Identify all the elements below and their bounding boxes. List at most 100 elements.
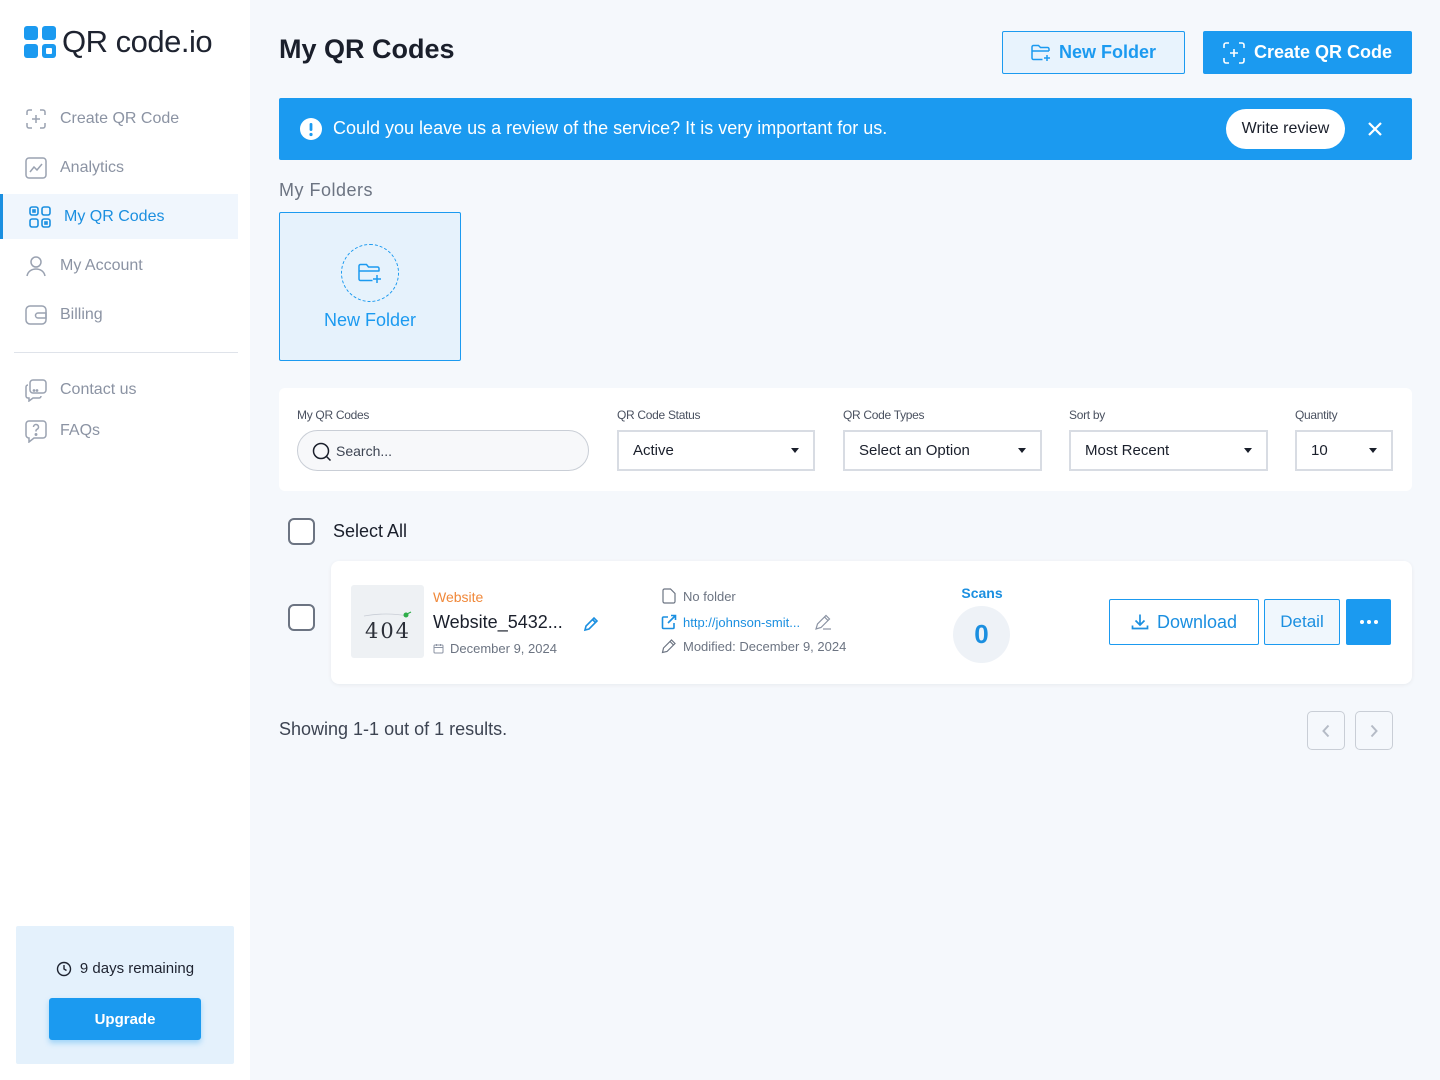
- pencil-icon[interactable]: [583, 616, 599, 632]
- external-link-icon: [661, 614, 677, 630]
- filter-bar: My QR Codes QR Code Status Active QR Cod…: [279, 388, 1412, 491]
- chevron-left-icon: [1322, 724, 1330, 737]
- types-select[interactable]: Select an Option: [843, 430, 1042, 471]
- status-select[interactable]: Active: [617, 430, 815, 471]
- scans-label: Scans: [961, 585, 1003, 601]
- sidebar-item-label: Create QR Code: [60, 109, 180, 127]
- sort-label: Sort by: [1069, 408, 1105, 422]
- wallet-icon: [25, 304, 47, 325]
- search-input[interactable]: [336, 442, 576, 459]
- quantity-label: Quantity: [1295, 408, 1338, 422]
- sidebar-item-my-qr-codes[interactable]: My QR Codes: [0, 194, 238, 239]
- dot: [1359, 620, 1364, 624]
- select-all-checkbox[interactable]: [288, 518, 315, 545]
- write-review-button[interactable]: Write review: [1226, 109, 1345, 149]
- chevron-down-icon: [1369, 448, 1377, 453]
- qr-thumbnail-image: 404: [363, 610, 411, 643]
- select-all[interactable]: Select All: [288, 518, 407, 545]
- qr-folder: No folder: [661, 588, 736, 604]
- search-icon: [312, 442, 332, 461]
- search-label: My QR Codes: [297, 408, 370, 422]
- logo-icon: [24, 26, 56, 58]
- more-options-button[interactable]: [1346, 599, 1391, 645]
- page-title: My QR Codes: [279, 34, 455, 64]
- create-qr-code-button[interactable]: Create QR Code: [1203, 31, 1412, 74]
- thumbnail-text: 404: [364, 619, 410, 643]
- alert-icon: [300, 118, 322, 140]
- sidebar-item-my-account[interactable]: My Account: [0, 243, 250, 288]
- banner-message: Could you leave us a review of the servi…: [333, 118, 888, 138]
- sidebar-item-create-qr-code[interactable]: Create QR Code: [0, 96, 250, 141]
- dot: [1366, 620, 1371, 624]
- qr-modified: Modified: December 9, 2024: [661, 638, 846, 654]
- sidebar-divider: [14, 352, 238, 353]
- close-icon[interactable]: [1366, 120, 1384, 138]
- sidebar-secondary-nav: Contact us FAQs: [0, 370, 250, 452]
- sidebar-item-faqs[interactable]: FAQs: [0, 411, 250, 450]
- download-label: Download: [1156, 611, 1238, 632]
- logo-text: QR code.io: [62, 24, 213, 59]
- sort-value: Most Recent: [1085, 442, 1170, 459]
- new-folder-card-label: New Folder: [323, 310, 417, 330]
- prev-page-button[interactable]: [1307, 711, 1345, 750]
- quantity-select[interactable]: 10: [1295, 430, 1393, 471]
- sidebar-item-label: Billing: [60, 305, 103, 323]
- select-all-label: Select All: [333, 521, 408, 541]
- sidebar-item-analytics[interactable]: Analytics: [0, 145, 250, 190]
- download-icon: [1131, 614, 1149, 630]
- sort-select[interactable]: Most Recent: [1069, 430, 1268, 471]
- chevron-right-icon: [1370, 724, 1378, 737]
- qr-url-text[interactable]: http://johnson-smit...: [683, 615, 800, 630]
- qr-date-text: December 9, 2024: [450, 641, 557, 656]
- sidebar-item-label: FAQs: [60, 421, 101, 439]
- detail-button[interactable]: Detail: [1264, 599, 1340, 645]
- chat-icon: [25, 378, 47, 402]
- trial-remaining: 9 days remaining: [16, 960, 234, 977]
- qr-modified-text: Modified: December 9, 2024: [683, 638, 847, 654]
- types-value: Select an Option: [859, 442, 970, 459]
- chevron-down-icon: [1244, 448, 1252, 453]
- status-value: Active: [633, 442, 674, 459]
- results-summary: Showing 1-1 out of 1 results.: [279, 719, 508, 739]
- folders-heading: My Folders: [279, 180, 374, 200]
- new-folder-label: New Folder: [1058, 42, 1156, 62]
- calendar-icon: [433, 644, 444, 654]
- sidebar: QR code.io Create QR Code Analytics My Q…: [0, 0, 250, 1080]
- qr-thumbnail[interactable]: 404: [351, 585, 424, 658]
- sidebar-item-billing[interactable]: Billing: [0, 292, 250, 337]
- new-folder-card[interactable]: New Folder: [279, 212, 461, 361]
- sidebar-item-label: Analytics: [60, 158, 125, 176]
- chart-line-icon: [25, 156, 47, 179]
- next-page-button[interactable]: [1355, 711, 1393, 750]
- logo[interactable]: QR code.io: [24, 24, 213, 60]
- quantity-value: 10: [1311, 442, 1328, 459]
- download-button[interactable]: Download: [1109, 599, 1259, 645]
- search-field[interactable]: [297, 430, 589, 471]
- trial-box: 9 days remaining Upgrade: [16, 926, 234, 1064]
- qr-grid-icon: [29, 205, 51, 228]
- upgrade-button[interactable]: Upgrade: [49, 998, 201, 1040]
- clock-icon: [56, 961, 72, 976]
- dot: [1373, 620, 1378, 624]
- qr-url[interactable]: http://johnson-smit...: [661, 613, 832, 631]
- sidebar-item-contact-us[interactable]: Contact us: [0, 370, 250, 409]
- chevron-down-icon: [791, 448, 799, 453]
- folder-plus-icon: [1031, 44, 1050, 61]
- trial-text: 9 days remaining: [79, 960, 195, 977]
- row-checkbox[interactable]: [288, 604, 315, 631]
- question-icon: [25, 419, 47, 443]
- new-folder-button[interactable]: New Folder: [1002, 31, 1185, 74]
- qr-scan-icon: [1223, 41, 1245, 64]
- qr-folder-text: No folder: [683, 588, 736, 604]
- sidebar-item-label: My Account: [60, 256, 143, 274]
- sidebar-nav: Create QR Code Analytics My QR Codes My …: [0, 96, 250, 341]
- file-icon: [662, 588, 676, 604]
- qr-type-label: Website: [433, 589, 484, 605]
- qr-name: Website_5432...: [433, 612, 563, 632]
- folder-plus-icon: [358, 263, 381, 283]
- sidebar-item-label: Contact us: [60, 380, 137, 398]
- chevron-down-icon: [1018, 448, 1026, 453]
- user-icon: [26, 255, 46, 276]
- scans-count: 0: [953, 606, 1010, 663]
- pencil-icon[interactable]: [814, 613, 832, 631]
